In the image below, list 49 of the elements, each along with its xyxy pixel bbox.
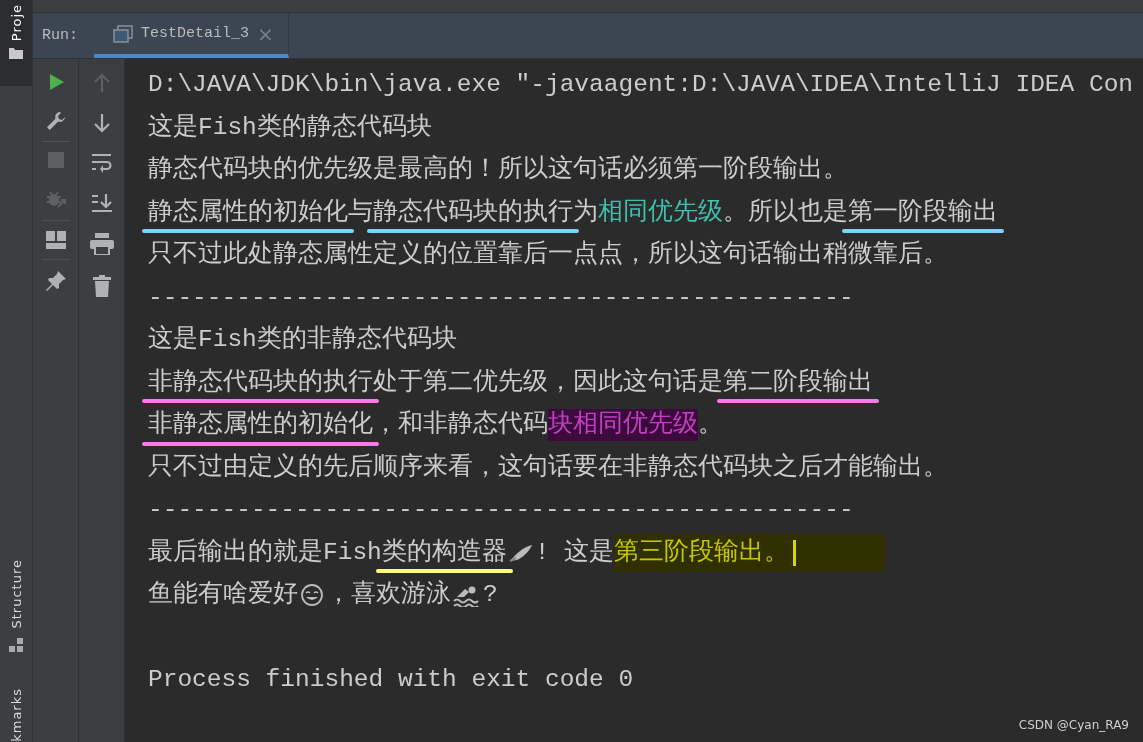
console-text: ------------------------------------------------ bbox=[148, 282, 854, 313]
console-text: 这是Fish类的静态代码块 bbox=[148, 112, 432, 143]
scroll-to-end-icon[interactable] bbox=[90, 193, 113, 213]
console-text: ------------------------------------------------ bbox=[148, 495, 854, 525]
wrench-icon[interactable] bbox=[45, 111, 66, 131]
folder-icon[interactable] bbox=[9, 47, 23, 60]
structure-icon[interactable] bbox=[9, 638, 23, 652]
trash-icon[interactable] bbox=[92, 275, 111, 297]
pin-icon[interactable] bbox=[44, 270, 67, 292]
console-text: 与 bbox=[348, 197, 373, 228]
run-label: Run: bbox=[42, 27, 79, 44]
tab-title: TestDetail_3 bbox=[141, 25, 250, 42]
console-text: ? bbox=[483, 580, 498, 610]
layout-icon[interactable] bbox=[45, 231, 66, 249]
console-text: ，和非静态代码 bbox=[373, 409, 548, 440]
down-arrow-icon[interactable] bbox=[92, 113, 111, 133]
console-text: 第二阶段输出 bbox=[723, 367, 873, 398]
console-text: 为 bbox=[573, 197, 598, 228]
console-text: 只不过此处静态属性定义的位置靠后一点点，所以这句话输出稍微靠后。 bbox=[148, 239, 948, 270]
console-text: 最后输出的就是Fish bbox=[148, 537, 382, 568]
smiley-icon bbox=[300, 583, 324, 608]
console-text: 。所以也是 bbox=[723, 197, 848, 228]
console-text: 第三阶段输出。 bbox=[614, 533, 790, 572]
console-text: ，喜欢游泳 bbox=[326, 579, 451, 610]
console-icon bbox=[113, 24, 133, 43]
console-text: 相同优先级 bbox=[598, 197, 723, 228]
bookmarks-tool-label[interactable]: kmarks bbox=[8, 688, 24, 742]
console-text: 。 bbox=[698, 410, 723, 440]
soft-wrap-icon[interactable] bbox=[90, 153, 113, 173]
console-text: 第一阶段输出 bbox=[848, 197, 998, 228]
console-text: 非静态属性的初始化 bbox=[148, 409, 373, 440]
console-text: 非静态代码块的执行 bbox=[148, 367, 373, 398]
console-text: 类的构造器 bbox=[381, 537, 507, 568]
author-credit: CSDN @Cyan_RA9 bbox=[1018, 718, 1129, 732]
console-text: ! 这是 bbox=[534, 537, 615, 568]
blade-icon bbox=[508, 542, 533, 563]
console-text: Process finished with exit code 0 bbox=[148, 665, 634, 695]
structure-tool-label[interactable]: Structure bbox=[8, 558, 24, 628]
console-text: D:\JAVA\JDK\bin\java.exe "-javaagent:D:\JAVA\IDEA\IntelliJ IDEA Con bbox=[148, 70, 1134, 100]
console-text: 这是Fish类的非静态代码块 bbox=[148, 324, 457, 355]
console-text: 静态代码块的执行 bbox=[373, 197, 573, 228]
console-text: 只不过由定义的先后顺序来看，这句话要在非静态代码块之后才能输出。 bbox=[148, 452, 948, 483]
console-text: 静态属性的初始化 bbox=[148, 197, 348, 228]
console-text: 处于第二优先级，因此这句话是 bbox=[373, 367, 723, 398]
console-text: 块相同优先级 bbox=[548, 409, 698, 442]
console-text: 鱼能有啥爱好 bbox=[148, 579, 298, 610]
print-icon[interactable] bbox=[89, 233, 114, 255]
text-cursor bbox=[793, 539, 797, 566]
console-text: 静态代码块的优先级是最高的！所以这句话必须第一阶段输出。 bbox=[148, 154, 848, 185]
